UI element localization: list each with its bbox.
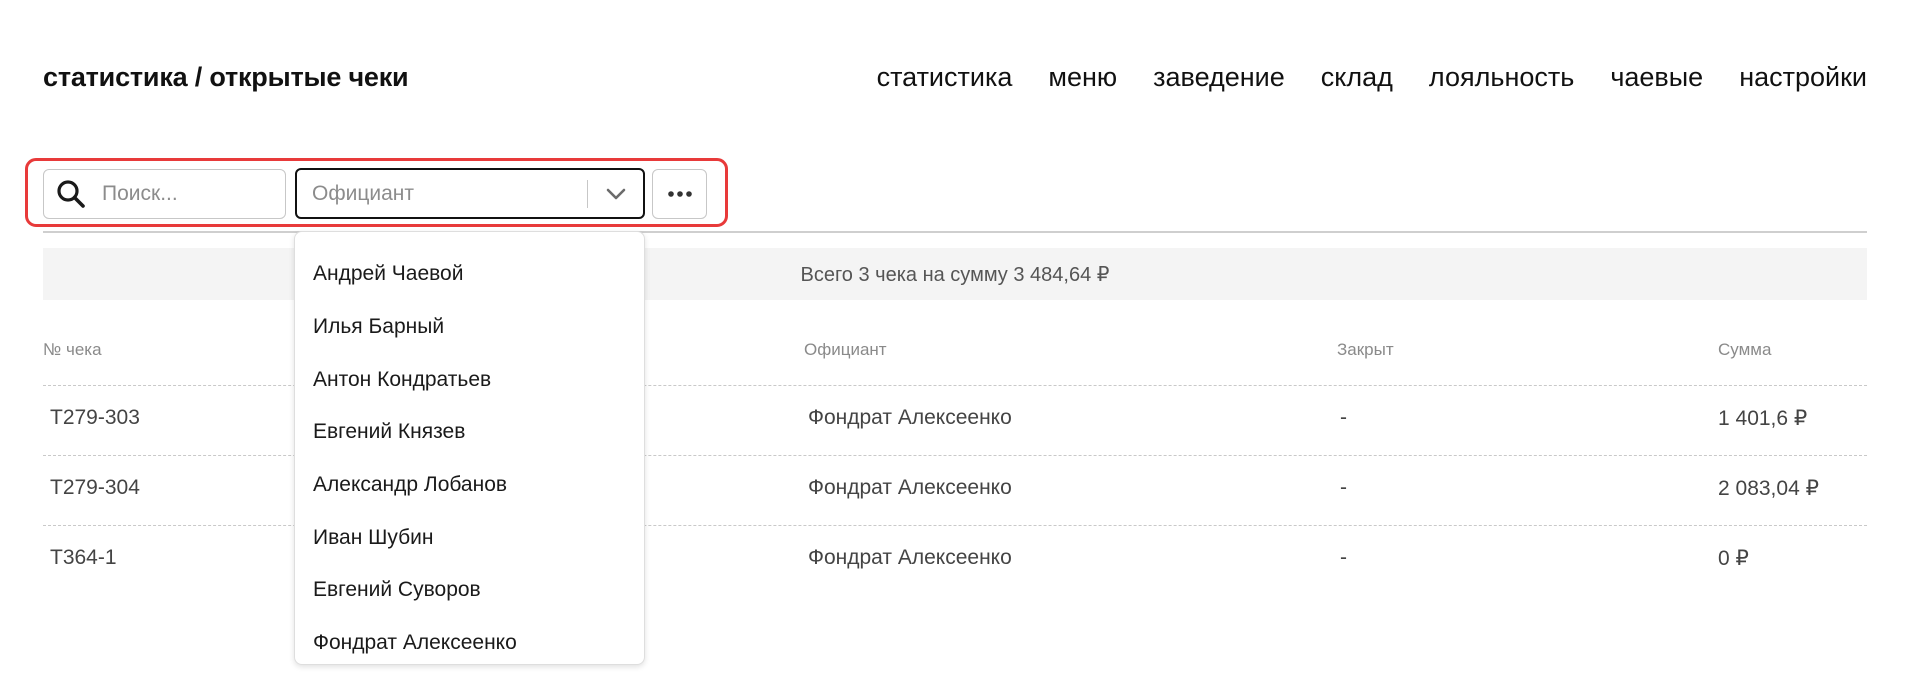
cell-sum: 0 ₽ (1718, 547, 1749, 570)
nav-item-menu[interactable]: меню (1048, 62, 1117, 93)
waiter-select[interactable]: Официант (295, 168, 645, 219)
search-icon (57, 180, 85, 208)
cell-check-number: T279-303 (50, 406, 140, 429)
column-header-waiter: Официант (804, 340, 887, 359)
cell-waiter: Фондрат Алексеенко (808, 546, 1012, 569)
nav-item-settings[interactable]: настройки (1739, 62, 1867, 93)
nav-item-warehouse[interactable]: склад (1321, 62, 1393, 93)
column-header-closed: Закрыт (1337, 340, 1394, 359)
cell-check-number: T279-304 (50, 476, 140, 499)
search-box[interactable] (43, 169, 286, 219)
more-dots-icon (667, 191, 692, 197)
dropdown-option[interactable]: Антон Кондратьев (295, 353, 644, 406)
cell-sum: 2 083,04 ₽ (1718, 477, 1819, 500)
more-button[interactable] (652, 169, 707, 219)
nav-item-venue[interactable]: заведение (1153, 62, 1285, 93)
cell-sum: 1 401,6 ₽ (1718, 407, 1808, 430)
column-header-number: № чека (43, 340, 102, 359)
page-header: статистика / открытые чеки статистика ме… (43, 58, 1867, 98)
chevron-down-icon[interactable] (588, 170, 643, 218)
nav-item-statistics[interactable]: статистика (877, 62, 1013, 93)
dropdown-option[interactable]: Евгений Суворов (295, 564, 644, 617)
nav-item-loyalty[interactable]: лояльность (1429, 62, 1574, 93)
waiter-dropdown-menu: Андрей Чаевой Илья Барный Антон Кондрать… (294, 231, 645, 665)
search-input[interactable] (102, 182, 272, 206)
cell-waiter: Фондрат Алексеенко (808, 476, 1012, 499)
main-nav: статистика меню заведение склад лояльнос… (841, 62, 1867, 93)
cell-closed: - (1340, 406, 1347, 429)
summary-text: Всего 3 чека на сумму 3 484,64 ₽ (800, 263, 1110, 286)
dropdown-option[interactable]: Илья Барный (295, 301, 644, 354)
waiter-select-placeholder: Официант (312, 181, 414, 205)
cell-closed: - (1340, 476, 1347, 499)
cell-waiter: Фондрат Алексеенко (808, 406, 1012, 429)
dropdown-option[interactable]: Андрей Чаевой (295, 248, 644, 301)
page-title: статистика / открытые чеки (43, 62, 409, 92)
cell-check-number: T364-1 (50, 546, 117, 569)
column-header-sum: Сумма (1718, 340, 1772, 359)
dropdown-option[interactable]: Иван Шубин (295, 511, 644, 564)
dropdown-option[interactable]: Фондрат Алексеенко (295, 617, 644, 670)
dropdown-option[interactable]: Александр Лобанов (295, 459, 644, 512)
nav-item-tips[interactable]: чаевые (1610, 62, 1703, 93)
dropdown-option[interactable]: Евгений Князев (295, 406, 644, 459)
cell-closed: - (1340, 546, 1347, 569)
